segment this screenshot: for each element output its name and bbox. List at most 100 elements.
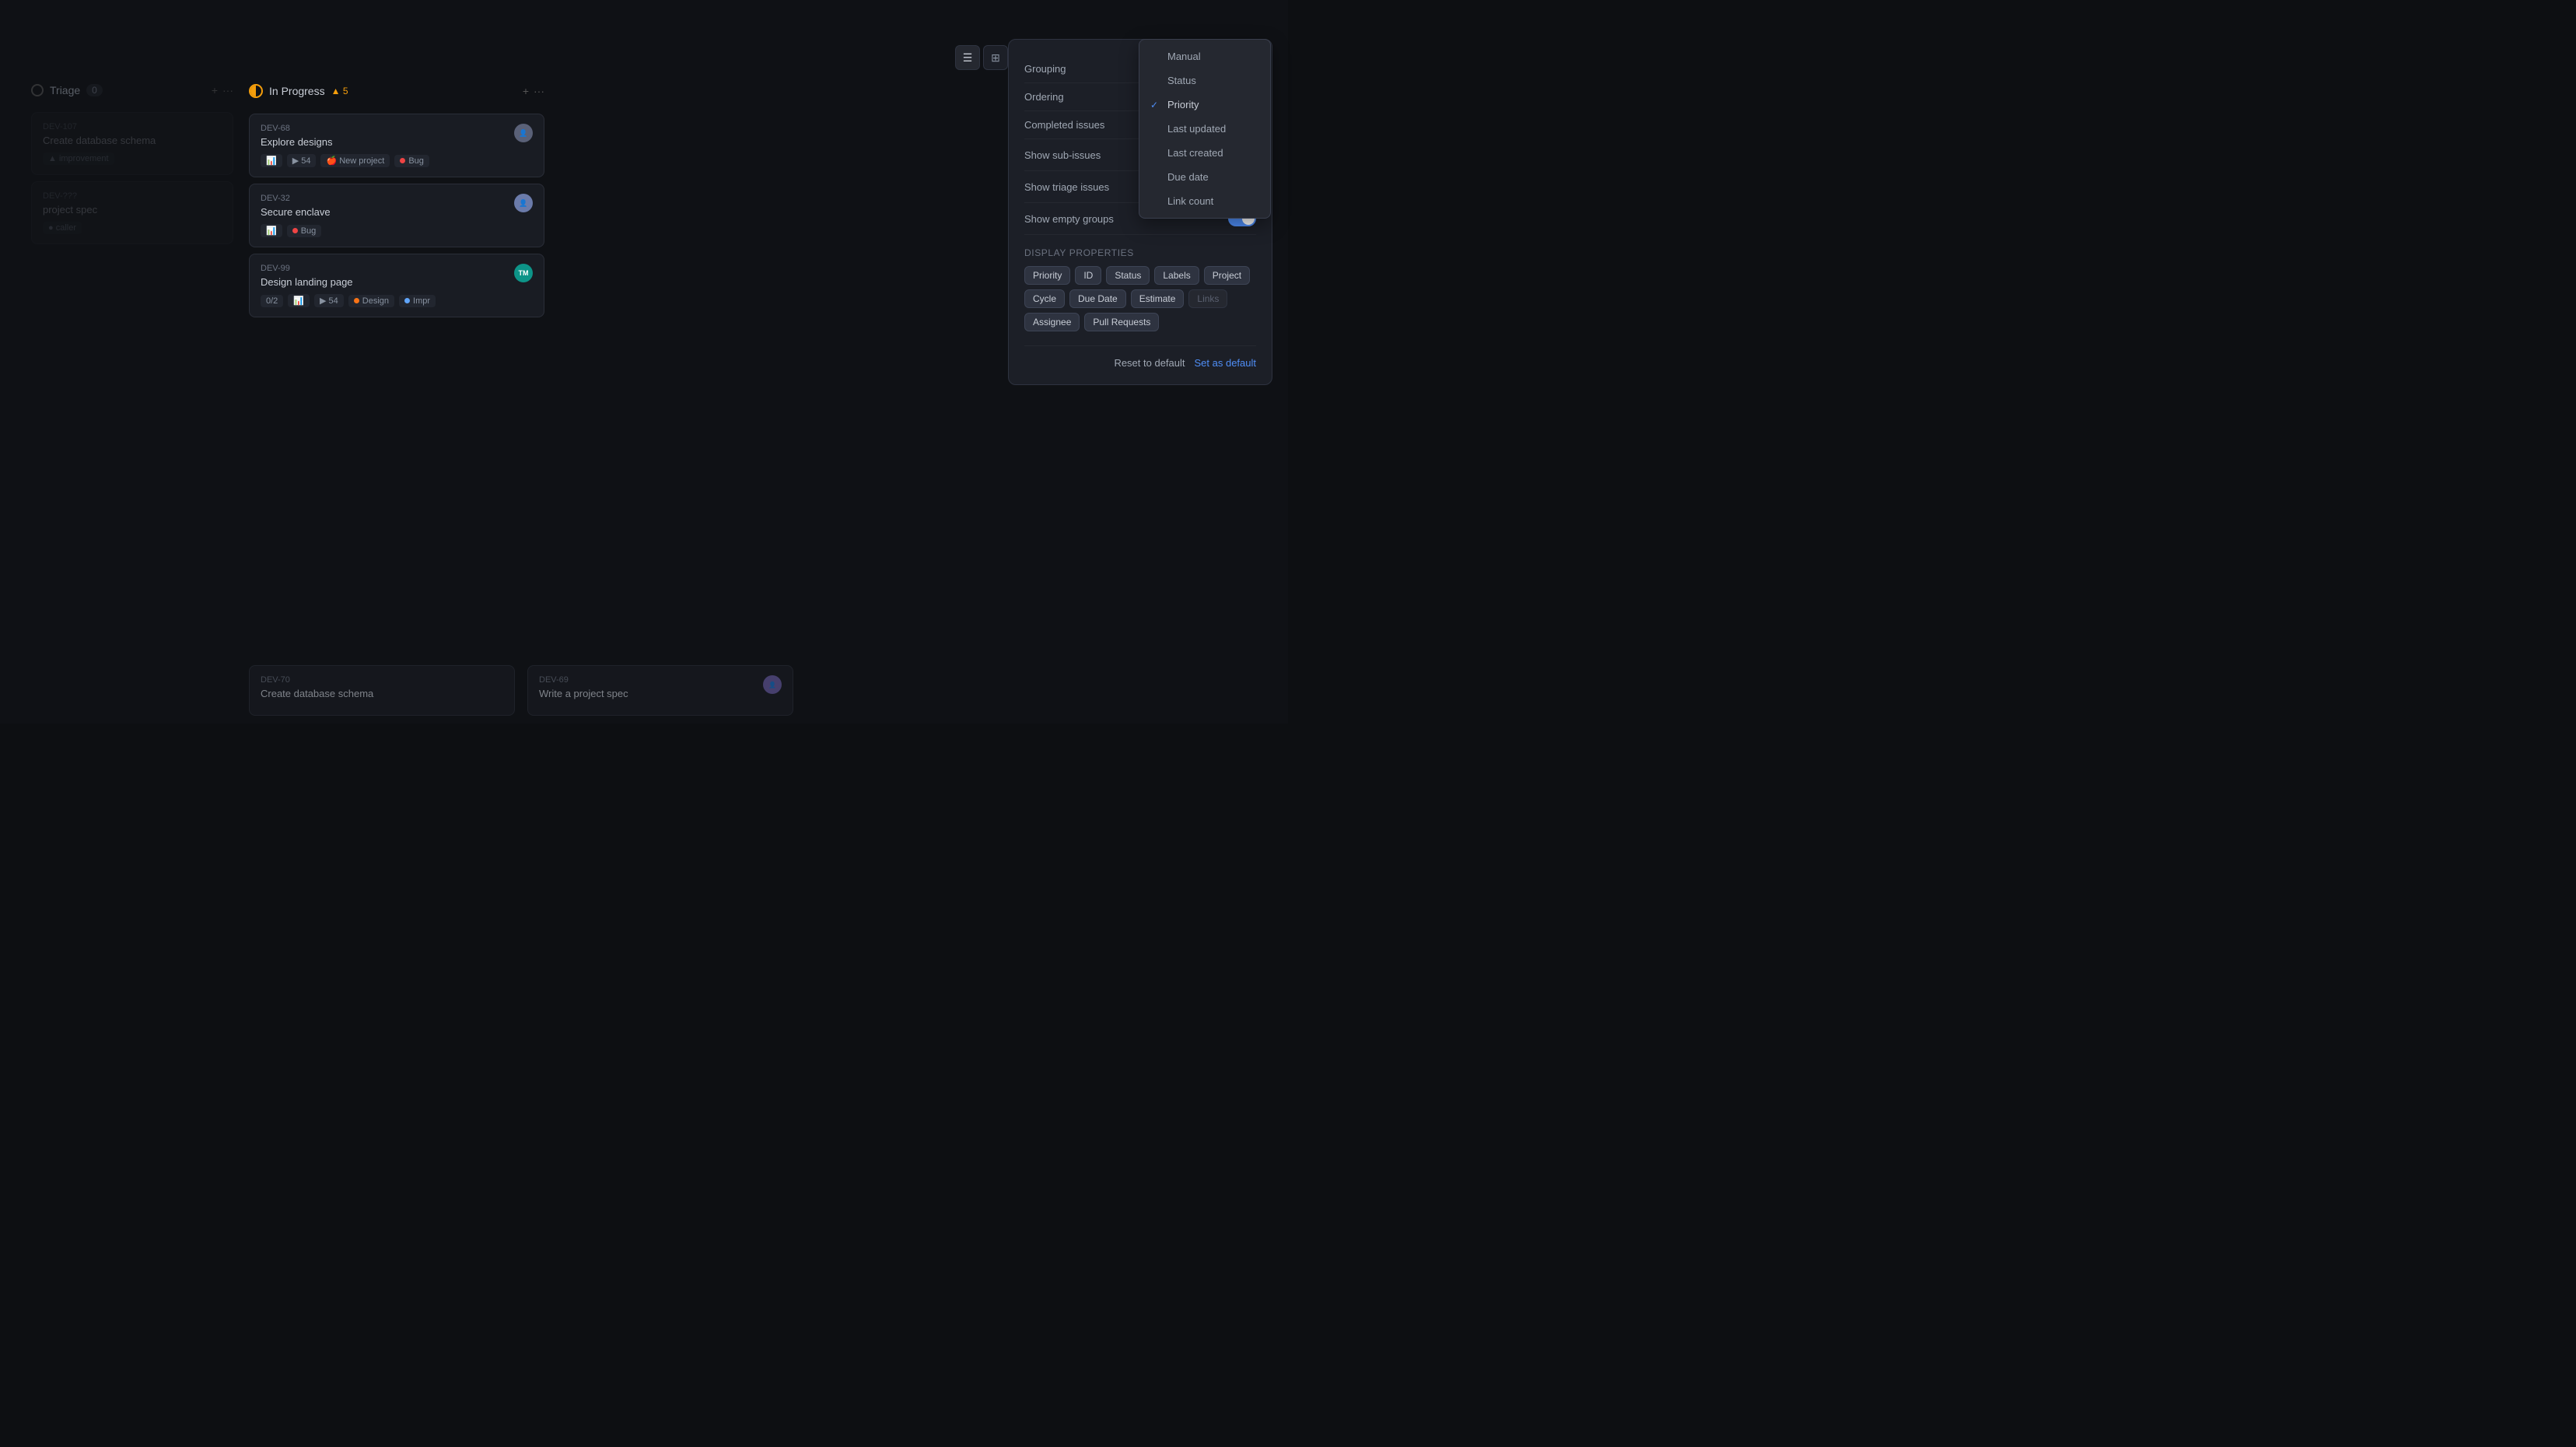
issue-id: DEV-??? — [43, 191, 222, 201]
dropdown-item-label: Last created — [1167, 147, 1223, 159]
issue-tags: ● caller — [43, 222, 222, 234]
property-tags-container: Priority ID StatusLabels Project CycleDue Da… — [1024, 266, 1256, 331]
tag-apple: 🍎 New project — [320, 154, 390, 167]
add-icon[interactable]: + — [212, 84, 218, 96]
inprogress-actions[interactable]: + ··· — [523, 85, 544, 97]
property-tag-labels[interactable]: Labels — [1154, 266, 1199, 285]
ordering-option-last-updated[interactable]: Last updated — [1139, 117, 1270, 141]
tag-chart: 📊 — [261, 154, 282, 167]
dropdown-item-label: Priority — [1167, 99, 1199, 110]
property-tag-assignee[interactable]: Assignee — [1024, 313, 1080, 331]
triage-count: 0 — [86, 84, 103, 96]
issue-tags-99: 0/2 📊 ▶ 54 Design Impr — [261, 294, 514, 307]
triage-title: Triage — [50, 84, 80, 96]
tag-improvement: ▲ improvement — [43, 152, 114, 165]
dropdown-item-label: Manual — [1167, 51, 1201, 62]
property-tag-due-date[interactable]: Due Date — [1069, 289, 1126, 308]
issue-title-99: Design landing page — [261, 276, 514, 288]
ordering-option-due-date[interactable]: Due date — [1139, 165, 1270, 189]
avatar-32: 👤 — [514, 194, 533, 212]
impr-dot — [404, 298, 410, 303]
inprogress-header: In Progress ▲ 5 + ··· — [249, 78, 544, 104]
add-icon[interactable]: + — [523, 85, 529, 97]
inprogress-title: In Progress — [269, 85, 325, 97]
issue-dev-68[interactable]: DEV-68 Explore designs 📊 ▶ 54 🍎 New proj… — [249, 114, 544, 177]
issue-dev-99[interactable]: DEV-99 Design landing page 0/2 📊 ▶ 54 De… — [249, 254, 544, 317]
toolbar: ☰ ⊞ — [955, 45, 1008, 70]
tag-chart-32: 📊 — [261, 224, 282, 237]
ordering-option-link-count[interactable]: Link count — [1139, 189, 1270, 213]
property-tag-cycle[interactable]: Cycle — [1024, 289, 1065, 308]
more-icon[interactable]: ··· — [534, 85, 544, 97]
inprogress-count: ▲ 5 — [331, 86, 348, 96]
bottom-issue-id-69: DEV-69 — [539, 675, 757, 685]
issue-title-68: Explore designs — [261, 136, 514, 148]
show-empty-label: Show empty groups — [1024, 213, 1114, 225]
property-tag-links[interactable]: Links — [1188, 289, 1227, 308]
bottom-cards: DEV-70 Create database schema DEV-69 Wri… — [249, 657, 793, 724]
property-tag-pull-requests[interactable]: Pull Requests — [1084, 313, 1159, 331]
triage-icon — [31, 84, 44, 96]
reset-button[interactable]: Reset to default — [1114, 357, 1185, 369]
triage-column: Triage 0 + ··· DEV-107 Create database s… — [31, 78, 233, 251]
list-icon: ☰ — [963, 51, 973, 65]
property-tag-estimate[interactable]: Estimate — [1131, 289, 1185, 308]
issue-title-32: Secure enclave — [261, 206, 514, 218]
issue-id-68: DEV-68 — [261, 124, 514, 133]
display-properties-section: Display properties Priority ID StatusLabel… — [1024, 247, 1256, 331]
issue-id-32: DEV-32 — [261, 194, 514, 203]
issue-title: project spec — [43, 204, 222, 215]
issue-tags-68: 📊 ▶ 54 🍎 New project Bug — [261, 154, 514, 167]
tag-play-54: ▶ 54 — [287, 154, 317, 167]
tag-play-99: ▶ 54 — [314, 294, 344, 307]
property-tag-project[interactable]: Project — [1204, 266, 1250, 285]
property-tag-priority[interactable]: Priority — [1024, 266, 1070, 285]
bug-dot — [400, 158, 405, 163]
issue-title: Create database schema — [43, 135, 222, 146]
ordering-option-priority[interactable]: ✓Priority — [1139, 93, 1270, 117]
triage-actions[interactable]: + ··· — [212, 84, 233, 96]
dropdown-item-label: Status — [1167, 75, 1196, 86]
tag-impr-99: Impr — [399, 295, 436, 307]
display-properties-label: Display properties — [1024, 247, 1256, 258]
list-view-button[interactable]: ☰ — [955, 45, 980, 70]
inprogress-column: In Progress ▲ 5 + ··· DEV-68 Explore des… — [249, 78, 544, 324]
set-default-button[interactable]: Set as default — [1195, 357, 1257, 369]
triage-issue-1[interactable]: DEV-107 Create database schema ▲ improve… — [31, 112, 233, 175]
issue-id-99: DEV-99 — [261, 264, 514, 273]
dropdown-item-label: Due date — [1167, 171, 1209, 183]
issue-tags: ▲ improvement — [43, 152, 222, 165]
bottom-issue-title-69: Write a project spec — [539, 688, 757, 699]
ordering-option-status[interactable]: Status — [1139, 68, 1270, 93]
tag-subtask-99: 0/2 — [261, 295, 283, 307]
property-tag-id[interactable]: ID — [1075, 266, 1101, 285]
show-sub-issues-label: Show sub-issues — [1024, 149, 1101, 161]
dropdown-item-label: Last updated — [1167, 123, 1226, 135]
issue-id: DEV-107 — [43, 122, 222, 131]
tag-chart-99: 📊 — [288, 294, 310, 307]
bug-dot-32 — [292, 228, 298, 233]
settings-footer: Reset to default Set as default — [1024, 345, 1256, 369]
bottom-card-69[interactable]: DEV-69 Write a project spec 👤 — [527, 665, 793, 716]
issue-dev-32[interactable]: DEV-32 Secure enclave 📊 Bug 👤 — [249, 184, 544, 247]
design-dot — [354, 298, 359, 303]
bottom-card-70[interactable]: DEV-70 Create database schema — [249, 665, 515, 716]
bottom-avatar-69: 👤 — [763, 675, 782, 694]
inprogress-icon — [249, 84, 263, 98]
tag-caller: ● caller — [43, 222, 82, 234]
triage-issue-2[interactable]: DEV-??? project spec ● caller — [31, 181, 233, 244]
ordering-option-manual[interactable]: Manual — [1139, 44, 1270, 68]
tag-bug-32: Bug — [287, 225, 322, 237]
bottom-issue-id-70: DEV-70 — [261, 675, 503, 685]
grid-view-button[interactable]: ⊞ — [983, 45, 1008, 70]
triage-header: Triage 0 + ··· — [31, 78, 233, 103]
tag-bug-68: Bug — [394, 155, 429, 167]
dropdown-item-label: Link count — [1167, 195, 1213, 207]
property-tag-status[interactable]: Status — [1106, 266, 1150, 285]
bottom-issue-title-70: Create database schema — [261, 688, 503, 699]
ordering-option-last-created[interactable]: Last created — [1139, 141, 1270, 165]
issue-tags-32: 📊 Bug — [261, 224, 514, 237]
completed-label: Completed issues — [1024, 119, 1104, 131]
more-icon[interactable]: ··· — [222, 84, 233, 96]
grid-icon: ⊞ — [991, 51, 1000, 65]
